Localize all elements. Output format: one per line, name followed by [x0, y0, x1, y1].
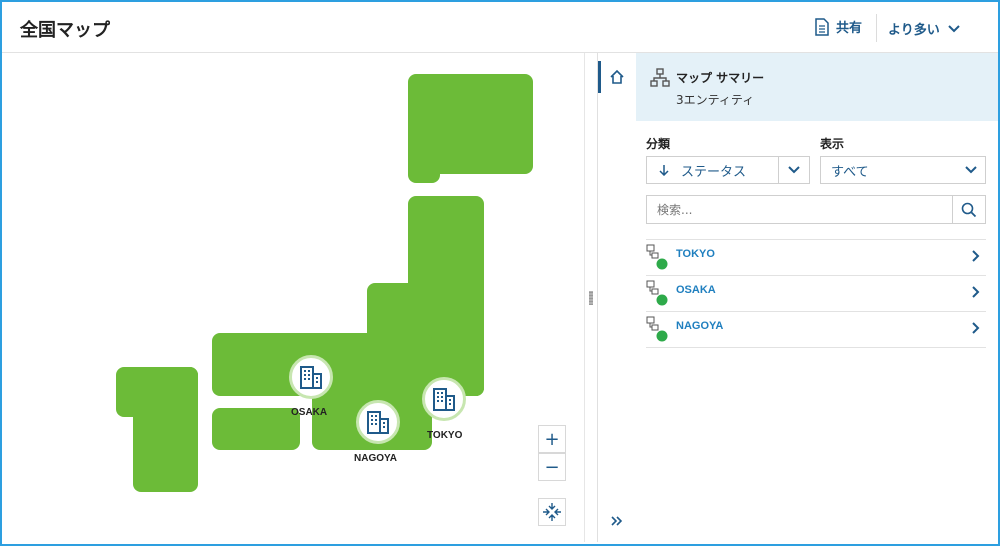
display-label: 表示	[820, 137, 845, 151]
summary-title: マップ サマリー	[676, 71, 765, 85]
building-icon	[367, 411, 389, 434]
entity-label: TOKYO	[676, 248, 715, 260]
entity-status-icon	[646, 316, 668, 342]
search-button[interactable]	[952, 196, 985, 223]
collapse-arrows-icon	[543, 503, 561, 521]
document-icon	[815, 17, 829, 36]
entity-status-icon	[646, 244, 668, 270]
display-value: すべて	[831, 164, 869, 180]
header-divider	[876, 14, 877, 42]
land-hokkaido-tail	[408, 153, 440, 183]
display-select[interactable]: すべて	[820, 156, 986, 184]
more-label: より多い	[888, 23, 940, 38]
marker-label-osaka: OSAKA	[291, 407, 328, 418]
chevron-down-icon	[965, 166, 977, 174]
chevron-right-icon	[972, 250, 980, 262]
home-icon	[610, 69, 624, 84]
share-label: 共有	[836, 21, 863, 36]
side-rail	[597, 53, 637, 542]
classify-dropdown-toggle[interactable]	[778, 157, 809, 183]
expand-panel-button[interactable]	[598, 511, 636, 531]
panel-splitter[interactable]	[584, 53, 597, 542]
search-input[interactable]	[647, 196, 957, 223]
entity-label: NAGOYA	[676, 320, 724, 332]
splitter-grip-icon[interactable]	[589, 291, 593, 305]
map-marker-osaka[interactable]	[289, 355, 333, 399]
building-icon	[433, 388, 455, 411]
entity-row-nagoya[interactable]: NAGOYA	[646, 311, 986, 348]
zoom-in-button[interactable]: +	[538, 425, 566, 453]
app-header: 全国マップ 共有 より多い	[2, 2, 998, 53]
classify-select[interactable]: ステータス	[646, 156, 810, 184]
entity-status-icon	[646, 280, 668, 306]
home-button[interactable]	[598, 61, 636, 93]
classify-value: ステータス	[681, 164, 747, 180]
chevron-right-icon	[972, 322, 980, 334]
entity-count: 3エンティティ	[676, 93, 755, 107]
recenter-button[interactable]	[538, 498, 566, 526]
hierarchy-icon	[650, 68, 670, 87]
map-summary-header: マップ サマリー 3エンティティ	[636, 53, 998, 121]
entity-list: TOKYO OSAKA NAGOYA	[646, 239, 986, 348]
more-menu-button[interactable]: より多い	[888, 19, 960, 38]
arrow-down-icon	[659, 165, 669, 176]
double-chevron-right-icon	[611, 516, 623, 526]
marker-label-nagoya: NAGOYA	[354, 453, 397, 464]
entity-row-osaka[interactable]: OSAKA	[646, 275, 986, 311]
building-icon	[300, 366, 322, 389]
search-box	[646, 195, 986, 224]
map-marker-nagoya[interactable]	[356, 400, 400, 444]
entity-row-tokyo[interactable]: TOKYO	[646, 239, 986, 275]
map-view[interactable]: OSAKA NAGOYA TOKYO + −	[2, 53, 584, 542]
entity-label: OSAKA	[676, 284, 716, 296]
chevron-right-icon	[972, 286, 980, 298]
share-button[interactable]: 共有	[814, 17, 862, 36]
chevron-down-icon	[948, 24, 960, 32]
summary-panel: マップ サマリー 3エンティティ 分類 表示 ステータス すべて 検索... T…	[636, 53, 998, 542]
page-title: 全国マップ	[20, 20, 110, 41]
chevron-down-icon	[788, 166, 800, 174]
search-icon	[961, 202, 977, 217]
marker-label-tokyo: TOKYO	[427, 430, 463, 441]
map-marker-tokyo[interactable]	[422, 377, 466, 421]
land-shikoku	[212, 408, 300, 450]
classify-label: 分類	[646, 137, 671, 151]
zoom-out-button[interactable]: −	[538, 453, 566, 481]
land-kyushu	[133, 367, 198, 492]
